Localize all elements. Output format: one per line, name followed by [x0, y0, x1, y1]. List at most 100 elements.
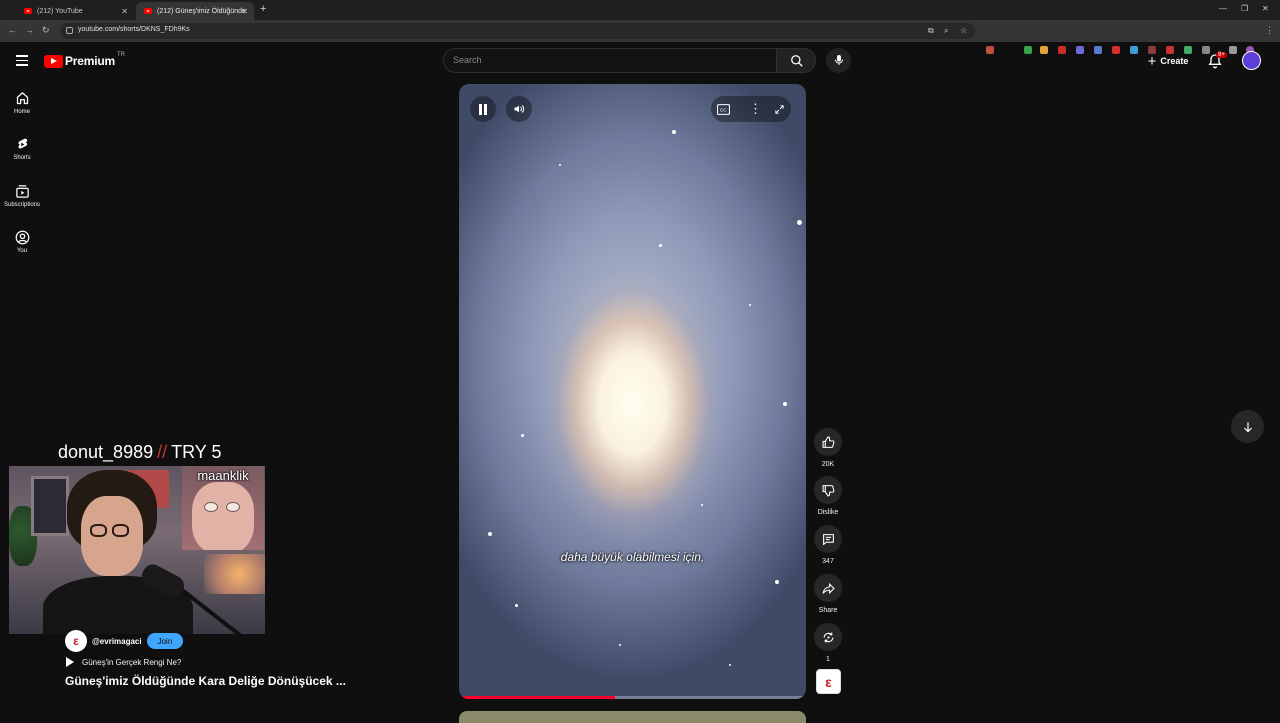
- sidebar-item-label: Home: [13, 109, 30, 115]
- arrow-down-icon: [1243, 422, 1252, 432]
- close-tab-icon[interactable]: ✕: [241, 7, 248, 16]
- wall-poster: [31, 476, 69, 536]
- extension-icon[interactable]: [1040, 46, 1048, 54]
- forward-icon[interactable]: →: [25, 25, 34, 35]
- comments-button[interactable]: 347: [812, 525, 844, 565]
- glasses: [90, 524, 107, 537]
- channel-handle[interactable]: @evrimagaci: [92, 637, 142, 646]
- url-text: youtube.com/shorts/DKNS_FDh9Ks: [78, 26, 190, 33]
- shorts-icon: [17, 138, 27, 149]
- browser-tab-youtube[interactable]: (212) YouTube ✕: [16, 2, 134, 20]
- video-caption: daha büyük olabilmesi için,: [560, 550, 705, 564]
- share-button[interactable]: Share: [812, 574, 844, 614]
- more-options-icon[interactable]: ⋮: [749, 101, 762, 117]
- extension-icon[interactable]: [1094, 46, 1102, 54]
- star: [775, 580, 779, 584]
- youtube-play-icon: [44, 54, 63, 68]
- pause-button[interactable]: [470, 96, 496, 122]
- next-short-preview[interactable]: [459, 711, 806, 723]
- extension-icon[interactable]: [1130, 46, 1138, 54]
- pause-icon: [479, 103, 487, 115]
- extension-icon[interactable]: [986, 46, 994, 54]
- address-bar[interactable]: youtube.com/shorts/DKNS_FDh9Ks ⧉ ⌕ ☆: [60, 23, 975, 39]
- extension-icon[interactable]: [1058, 46, 1066, 54]
- sidebar-item-label: Shorts: [13, 155, 31, 161]
- restore-icon[interactable]: ❐: [1241, 4, 1248, 13]
- downloads-icon[interactable]: [1229, 46, 1237, 54]
- comment-count: 347: [822, 558, 834, 565]
- site-info-icon[interactable]: [66, 27, 73, 34]
- minimize-icon[interactable]: —: [1219, 4, 1227, 13]
- search-icon: [791, 55, 803, 67]
- zoom-icon[interactable]: ⌕: [944, 26, 948, 36]
- search-button[interactable]: [776, 48, 816, 73]
- sidebar-item-home[interactable]: Home: [0, 91, 44, 115]
- player-controls-pill: CC ⋮: [711, 96, 791, 122]
- sidebar-item-subscriptions[interactable]: Subscriptions: [0, 184, 44, 208]
- svg-text:CC: CC: [720, 108, 728, 114]
- extension-icon[interactable]: [1076, 46, 1084, 54]
- browser-menu-icon[interactable]: ⋮: [1265, 25, 1274, 36]
- sidebar-item-label: You: [16, 248, 28, 254]
- account-avatar[interactable]: [1242, 51, 1261, 70]
- cast-icon[interactable]: ⧉: [928, 26, 934, 36]
- lamp-glow: [204, 554, 265, 594]
- star: [488, 532, 492, 536]
- notification-count-badge: 9+: [1216, 52, 1227, 58]
- mute-button[interactable]: [506, 96, 532, 122]
- related-video-link[interactable]: Güneş'in Gerçek Rengi Ne?: [66, 657, 181, 667]
- video-title[interactable]: Güneş'imiz Öldüğünde Kara Deliğe Dönüşüc…: [65, 674, 346, 688]
- star: [783, 402, 787, 406]
- voice-search-button[interactable]: [826, 48, 851, 73]
- search-input[interactable]: [453, 55, 753, 65]
- like-button[interactable]: 20K: [812, 428, 844, 468]
- close-tab-icon[interactable]: ✕: [121, 7, 128, 16]
- play-icon: [66, 657, 74, 667]
- dislike-button[interactable]: Dislike: [812, 476, 844, 516]
- country-code: TR: [116, 52, 125, 58]
- guest-face: [192, 482, 254, 550]
- bookmark-star-icon[interactable]: ☆: [960, 26, 967, 35]
- join-button[interactable]: Join: [146, 633, 184, 649]
- tab-title: (212) Güneş'imiz Öldüğünde: [157, 7, 246, 15]
- video-progress-fill: [459, 696, 616, 699]
- create-label: Create: [1160, 56, 1189, 66]
- menu-icon[interactable]: [16, 55, 28, 66]
- channel-thumbnail-button[interactable]: ε: [816, 669, 841, 694]
- evrim-agaci-logo-icon: ε: [825, 673, 832, 690]
- close-window-icon[interactable]: ✕: [1262, 4, 1269, 13]
- extension-icon[interactable]: [1112, 46, 1120, 54]
- share-arrow-icon: [822, 582, 835, 594]
- stream-overlay-title: donut_8989//TRY 5: [58, 442, 222, 463]
- star: [515, 604, 518, 607]
- glasses: [112, 524, 129, 537]
- new-tab-button[interactable]: +: [260, 3, 266, 15]
- person-face: [81, 496, 143, 576]
- next-video-button[interactable]: [1231, 410, 1264, 443]
- closed-captions-icon[interactable]: CC: [717, 104, 730, 115]
- browser-tab-active[interactable]: (212) Güneş'imiz Öldüğünde ✕: [136, 2, 254, 20]
- home-icon: [16, 92, 28, 105]
- back-icon[interactable]: ←: [8, 25, 17, 35]
- star: [672, 130, 676, 134]
- star: [729, 664, 731, 666]
- guest-eye: [204, 502, 218, 512]
- create-button[interactable]: + Create: [1138, 50, 1198, 72]
- fullscreen-icon[interactable]: [774, 104, 785, 115]
- browser-toolbar: ← → ↻ youtube.com/shorts/DKNS_FDh9Ks ⧉ ⌕…: [0, 20, 1280, 54]
- extension-icon[interactable]: [1024, 46, 1032, 54]
- reload-icon[interactable]: ↻: [42, 25, 50, 36]
- remix-button[interactable]: 1: [812, 623, 844, 663]
- youtube-logo[interactable]: Premium TR: [44, 52, 125, 68]
- shorts-video-player[interactable]: CC ⋮ daha büyük olabilmesi için,: [459, 84, 806, 699]
- channel-row: ε @evrimagaci Join: [65, 630, 184, 652]
- guest-webcam: maanklik: [182, 466, 264, 550]
- sidebar-item-you[interactable]: You: [0, 230, 44, 254]
- star: [797, 220, 802, 225]
- related-video-title: Güneş'in Gerçek Rengi Ne?: [82, 657, 182, 667]
- channel-avatar[interactable]: ε: [65, 630, 87, 652]
- sidebar-item-shorts[interactable]: Shorts: [0, 137, 44, 161]
- video-progress-bar[interactable]: [459, 696, 806, 699]
- microphone-icon: [835, 55, 843, 65]
- like-count: 20K: [821, 461, 835, 468]
